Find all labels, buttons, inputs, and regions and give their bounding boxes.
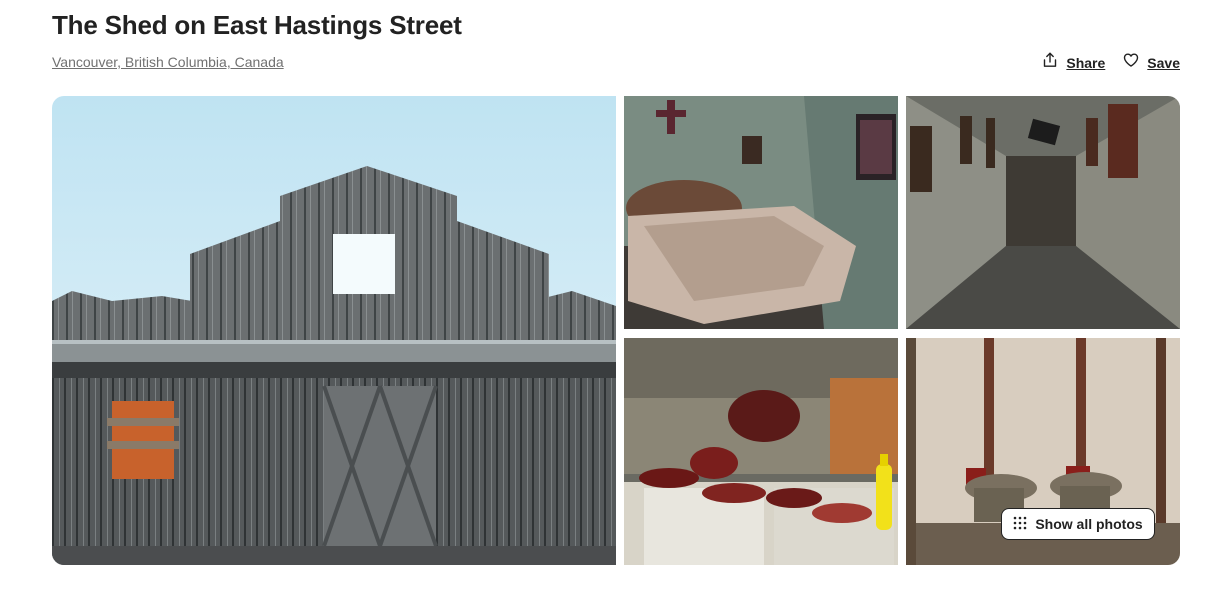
photo-main[interactable]: [52, 96, 616, 565]
photo-hallway[interactable]: [906, 96, 1180, 329]
show-all-photos-button[interactable]: Show all photos: [1001, 508, 1155, 540]
heart-icon: [1123, 52, 1139, 73]
photo-bedroom[interactable]: [624, 96, 898, 329]
share-label: Share: [1066, 54, 1106, 71]
listing-actions: Share Save: [1042, 50, 1180, 75]
photo-kitchen[interactable]: [624, 338, 898, 565]
show-all-photos-label: Show all photos: [1035, 516, 1143, 532]
save-button[interactable]: Save: [1123, 50, 1180, 75]
share-button[interactable]: Share: [1042, 50, 1105, 75]
grid-dots-icon: [1013, 516, 1027, 533]
listing-title: The Shed on East Hastings Street: [52, 10, 462, 40]
share-icon: [1042, 52, 1058, 73]
listing-location-link[interactable]: Vancouver, British Columbia, Canada: [52, 52, 284, 72]
save-label: Save: [1147, 54, 1180, 71]
photo-gallery: [52, 96, 1180, 565]
